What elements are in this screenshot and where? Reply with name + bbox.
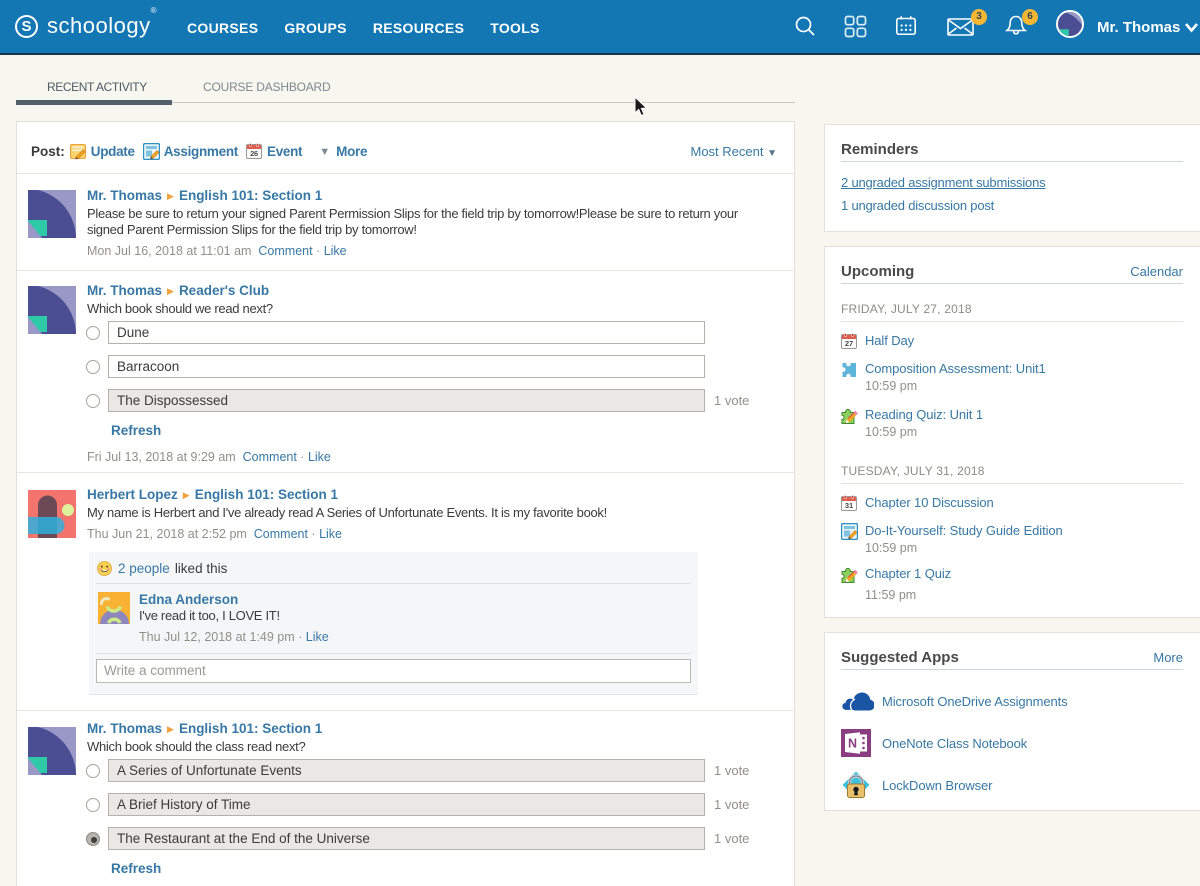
svg-text:31: 31 <box>845 501 853 510</box>
svg-text:N: N <box>848 737 857 751</box>
svg-text:27: 27 <box>845 339 853 348</box>
svg-text:26: 26 <box>250 149 258 158</box>
